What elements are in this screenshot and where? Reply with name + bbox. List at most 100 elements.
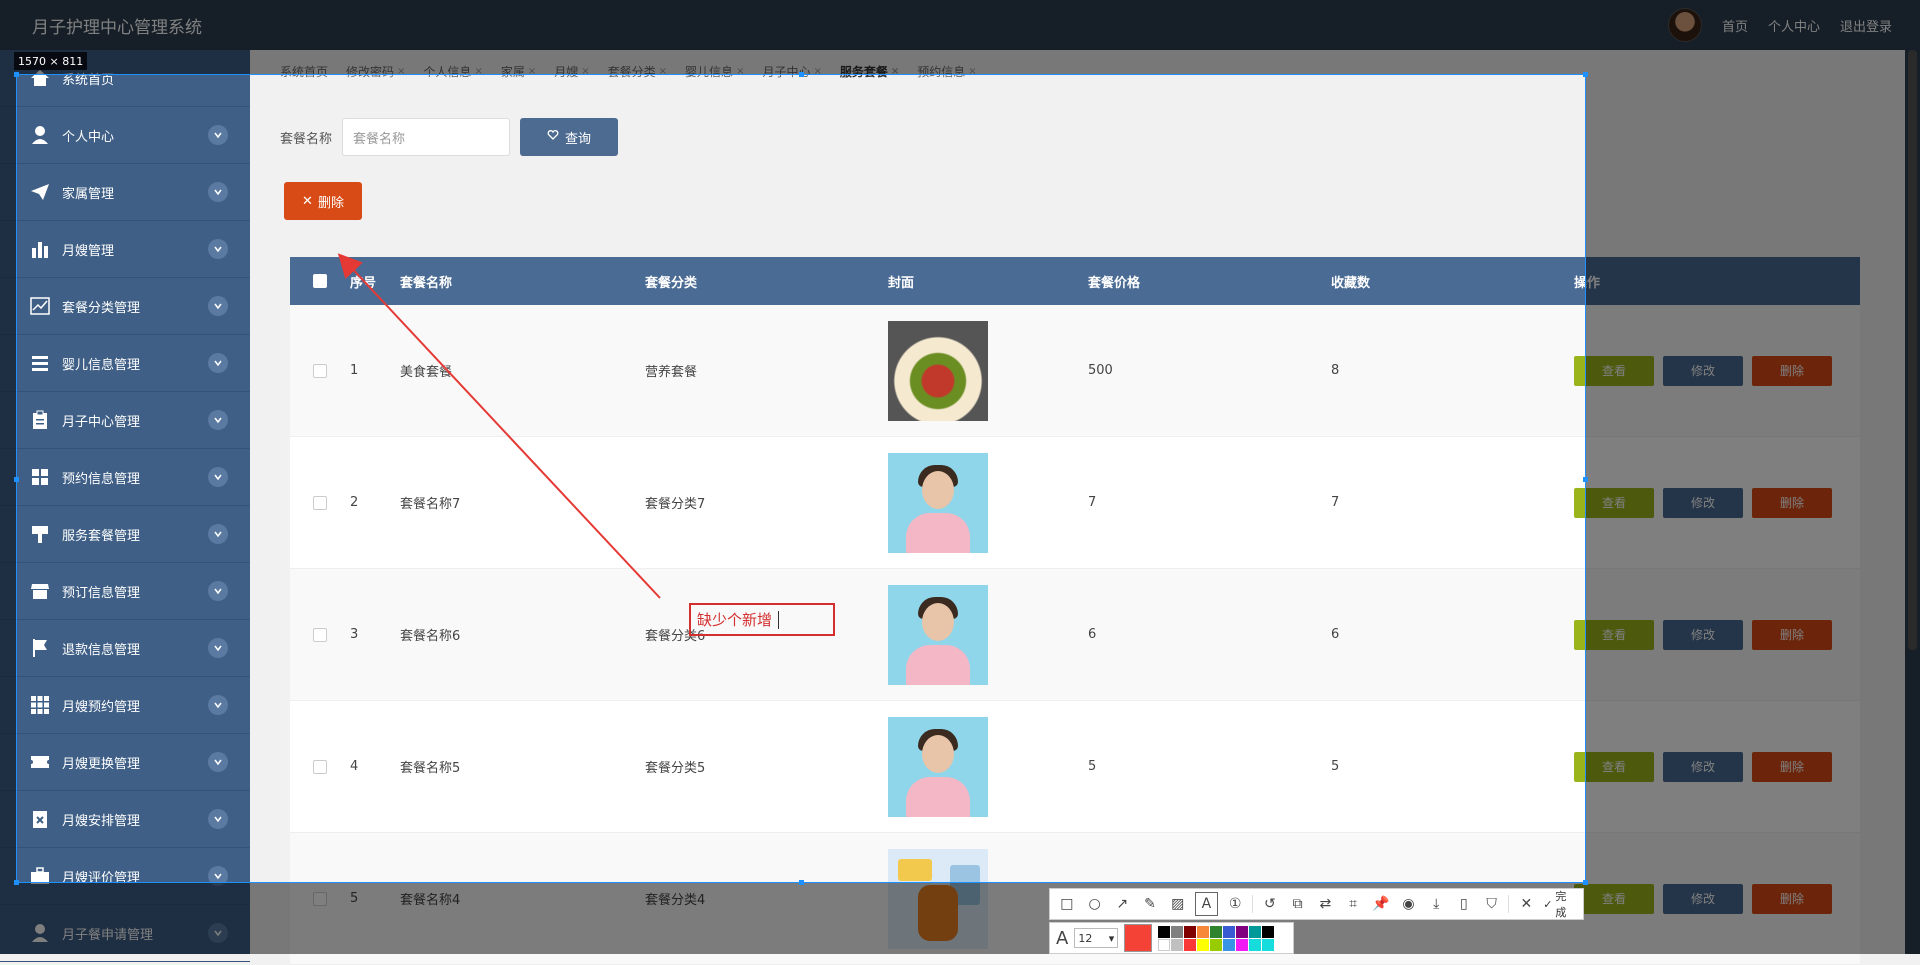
font-size-select[interactable]: 12 ▾ (1074, 928, 1119, 948)
row-checkbox[interactable] (313, 627, 327, 642)
sidebar-item-center[interactable]: 月子中心管理 (0, 392, 250, 449)
chevron-down-icon[interactable] (208, 410, 228, 430)
pin-icon[interactable]: 📌 (1370, 893, 1392, 915)
edit-button[interactable]: 修改 (1663, 619, 1743, 650)
sidebar-item-nanny-appointment[interactable]: 月嫂预约管理 (0, 677, 250, 734)
search-input[interactable]: 套餐名称 (342, 118, 511, 156)
row-checkbox[interactable] (313, 759, 327, 774)
edit-button[interactable]: 修改 (1663, 487, 1743, 518)
download-icon[interactable]: ⤓ (1425, 893, 1447, 915)
chevron-down-icon[interactable] (208, 524, 228, 544)
chevron-down-icon[interactable] (208, 581, 228, 601)
tab-service-package[interactable]: 服务套餐 × (840, 63, 899, 80)
delete-button[interactable]: 删除 (1752, 355, 1832, 386)
user-icon (28, 123, 52, 147)
chevron-down-icon[interactable] (208, 125, 228, 145)
scrollbar-thumb[interactable] (1908, 50, 1917, 650)
sidebar-item-nanny-review[interactable]: 月嫂评价管理 (0, 848, 250, 905)
tab-home[interactable]: 系统首页 (280, 63, 328, 80)
tab-nanny[interactable]: 月嫂 × (554, 63, 589, 80)
chevron-down-icon[interactable] (208, 866, 228, 886)
sidebar-item-meal-application[interactable]: 月子餐申请管理 (0, 905, 250, 962)
sidebar-item-nanny-schedule[interactable]: 月嫂安排管理 (0, 791, 250, 848)
delete-button[interactable]: 删除 (1752, 751, 1832, 782)
chevron-down-icon[interactable] (208, 695, 228, 715)
sidebar-item-refund[interactable]: 退款信息管理 (0, 620, 250, 677)
cancel-icon[interactable]: ✕ (1515, 893, 1537, 915)
chevron-down-icon[interactable] (208, 638, 228, 658)
chevron-down-icon[interactable] (208, 239, 228, 259)
view-button[interactable]: 查看 (1574, 883, 1654, 914)
ellipse-tool-icon[interactable]: ○ (1084, 893, 1106, 915)
mosaic-tool-icon[interactable]: ▨ (1167, 893, 1189, 915)
sidebar-item-baby-info[interactable]: 婴儿信息管理 (0, 335, 250, 392)
profile-link[interactable]: 个人中心 (1768, 16, 1820, 35)
select-all-checkbox[interactable] (313, 274, 327, 288)
phone-icon[interactable]: ▯ (1453, 893, 1475, 915)
delete-button[interactable]: 删除 (1752, 619, 1832, 650)
row-checkbox[interactable] (313, 363, 327, 378)
tab-center[interactable]: 月子中心 × (762, 63, 821, 80)
capture-size-label: 1570 × 811 (14, 52, 88, 70)
sidebar-item-appointment[interactable]: 预约信息管理 (0, 449, 250, 506)
view-button[interactable]: 查看 (1574, 751, 1654, 782)
sidebar-item-nanny-change[interactable]: 月嫂更换管理 (0, 734, 250, 791)
view-button[interactable]: 查看 (1574, 619, 1654, 650)
tab-family[interactable]: 家属 × (501, 63, 536, 80)
delete-button[interactable]: 删除 (1752, 487, 1832, 518)
cell-no: 2 (350, 495, 359, 510)
ocr-icon[interactable]: ⌗ (1342, 893, 1364, 915)
pen-tool-icon[interactable]: ✎ (1139, 893, 1161, 915)
row-checkbox[interactable] (313, 891, 327, 906)
done-button[interactable]: ✓ 完成 (1543, 888, 1577, 920)
chevron-down-icon[interactable] (208, 923, 228, 943)
query-button[interactable]: 查询 (520, 118, 619, 156)
chevron-down-icon[interactable] (208, 752, 228, 772)
undo-icon[interactable]: ↺ (1259, 893, 1281, 915)
delete-button[interactable]: 删除 (1752, 883, 1832, 914)
column-header: 套餐价格 (1088, 275, 1141, 291)
sidebar-item-service-package[interactable]: 服务套餐管理 (0, 506, 250, 563)
tab-appointment[interactable]: 预约信息 × (917, 63, 976, 80)
record-icon[interactable]: ◉ (1398, 893, 1420, 915)
number-tool-icon[interactable]: ① (1224, 893, 1246, 915)
chevron-down-icon[interactable] (208, 467, 228, 487)
page-scrollbar[interactable] (1905, 50, 1920, 954)
sidebar-item-family[interactable]: 家属管理 (0, 164, 250, 221)
table-header: 序号 套餐名称 套餐分类 封面 套餐价格 收藏数 操作 (290, 257, 1860, 305)
text-tool-icon[interactable]: A (1194, 892, 1219, 916)
translate-icon[interactable]: ⇄ (1314, 893, 1336, 915)
home-link[interactable]: 首页 (1722, 16, 1748, 35)
tab-personal-info[interactable]: 个人信息 × (423, 63, 482, 80)
current-color-swatch[interactable] (1124, 924, 1153, 952)
bulk-delete-button[interactable]: ✕ 删除 (284, 182, 362, 220)
bookmark-icon[interactable]: ⛉ (1481, 893, 1503, 915)
line-chart-icon (28, 294, 52, 318)
annotation-text-box[interactable]: 缺少个新增 (689, 603, 835, 636)
chevron-down-icon[interactable] (208, 296, 228, 316)
chevron-down-icon[interactable] (208, 809, 228, 829)
edit-button[interactable]: 修改 (1663, 355, 1743, 386)
tab-package-category[interactable]: 套餐分类 × (608, 63, 667, 80)
sidebar-item-personal-center[interactable]: 个人中心 (0, 107, 250, 164)
view-button[interactable]: 查看 (1574, 355, 1654, 386)
cover-image (888, 320, 988, 421)
chevron-down-icon[interactable] (208, 182, 228, 202)
tab-change-password[interactable]: 修改密码 × (346, 63, 405, 80)
logout-link[interactable]: 退出登录 (1840, 16, 1892, 35)
sidebar-item-nanny[interactable]: 月嫂管理 (0, 221, 250, 278)
color-palette[interactable] (1158, 925, 1275, 951)
edit-button[interactable]: 修改 (1663, 883, 1743, 914)
arrow-tool-icon[interactable]: ↗ (1111, 893, 1133, 915)
sidebar-item-package-category[interactable]: 套餐分类管理 (0, 278, 250, 335)
view-button[interactable]: 查看 (1574, 487, 1654, 518)
chevron-down-icon[interactable] (208, 353, 228, 373)
row-checkbox[interactable] (313, 495, 327, 510)
long-capture-icon[interactable]: ⧉ (1287, 893, 1309, 915)
edit-button[interactable]: 修改 (1663, 751, 1743, 782)
rectangle-tool-icon[interactable]: □ (1056, 893, 1078, 915)
tab-baby-info[interactable]: 婴儿信息 × (685, 63, 744, 80)
sidebar-item-booking[interactable]: 预订信息管理 (0, 563, 250, 620)
top-nav: 首页 个人中心 退出登录 (1667, 8, 1892, 42)
avatar[interactable] (1667, 8, 1702, 42)
